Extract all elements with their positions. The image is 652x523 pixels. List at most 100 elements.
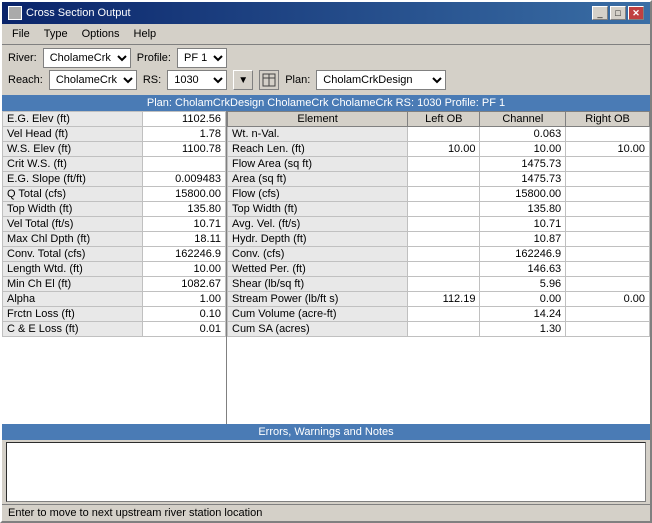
right-row-channel: 1.30 <box>480 322 566 337</box>
left-row-value: 10.00 <box>142 262 225 277</box>
right-row-left-ob <box>408 247 480 262</box>
profile-label: Profile: <box>137 52 171 64</box>
right-row-channel: 10.87 <box>480 232 566 247</box>
right-row-left-ob <box>408 322 480 337</box>
left-row-value: 18.11 <box>142 232 225 247</box>
right-row-element: Cum SA (acres) <box>228 322 408 337</box>
right-row-right-ob <box>566 232 650 247</box>
left-row-label: Length Wtd. (ft) <box>3 262 143 277</box>
minimize-button[interactable]: _ <box>592 6 608 20</box>
right-row-right-ob <box>566 127 650 142</box>
right-row-right-ob <box>566 187 650 202</box>
left-row-value: 1082.67 <box>142 277 225 292</box>
right-table-header: Element Left OB Channel Right OB <box>228 112 650 127</box>
right-row-element: Conv. (cfs) <box>228 247 408 262</box>
right-row-left-ob <box>408 232 480 247</box>
right-row-left-ob: 10.00 <box>408 142 480 157</box>
right-row-right-ob <box>566 307 650 322</box>
left-row-label: Top Width (ft) <box>3 202 143 217</box>
right-row-channel: 1475.73 <box>480 157 566 172</box>
table-row: Wetted Per. (ft)146.63 <box>228 262 650 277</box>
right-row-element: Reach Len. (ft) <box>228 142 408 157</box>
status-bar: Enter to move to next upstream river sta… <box>2 504 650 521</box>
menu-options[interactable]: Options <box>76 26 126 42</box>
left-row-value: 135.80 <box>142 202 225 217</box>
errors-area <box>6 442 646 502</box>
toolbar: River: CholameCrk Profile: PF 1 Reach: C… <box>2 45 650 95</box>
river-select[interactable]: CholameCrk <box>43 48 131 68</box>
left-row-label: Vel Head (ft) <box>3 127 143 142</box>
left-row-value: 1100.78 <box>142 142 225 157</box>
close-button[interactable]: ✕ <box>628 6 644 20</box>
table-row: Conv. Total (cfs)162246.9 <box>3 247 226 262</box>
bottom-section: Errors, Warnings and Notes <box>2 424 650 504</box>
right-row-left-ob <box>408 187 480 202</box>
plan-select[interactable]: CholamCrkDesign <box>316 70 446 90</box>
menu-type[interactable]: Type <box>38 26 74 42</box>
col-left-ob: Left OB <box>408 112 480 127</box>
menu-bar: File Type Options Help <box>2 24 650 45</box>
rs-down-button[interactable]: ▼ <box>233 70 253 90</box>
left-row-label: W.S. Elev (ft) <box>3 142 143 157</box>
info-bar-text: Plan: CholamCrkDesign CholameCrk Cholame… <box>147 97 505 109</box>
left-row-label: Alpha <box>3 292 143 307</box>
right-row-element: Area (sq ft) <box>228 172 408 187</box>
right-row-element: Flow Area (sq ft) <box>228 157 408 172</box>
table-icon <box>262 73 276 87</box>
info-bar: Plan: CholamCrkDesign CholameCrk Cholame… <box>2 95 650 111</box>
status-text: Enter to move to next upstream river sta… <box>8 507 262 519</box>
left-row-value: 1.78 <box>142 127 225 142</box>
left-data-table: E.G. Elev (ft)1102.56Vel Head (ft)1.78W.… <box>2 111 226 337</box>
table-row: Max Chl Dpth (ft)18.11 <box>3 232 226 247</box>
table-row: E.G. Slope (ft/ft)0.009483 <box>3 172 226 187</box>
left-row-label: Crit W.S. (ft) <box>3 157 143 172</box>
table-row: E.G. Elev (ft)1102.56 <box>3 112 226 127</box>
right-row-right-ob <box>566 322 650 337</box>
maximize-button[interactable]: □ <box>610 6 626 20</box>
right-row-element: Cum Volume (acre-ft) <box>228 307 408 322</box>
right-row-channel: 10.71 <box>480 217 566 232</box>
right-row-element: Flow (cfs) <box>228 187 408 202</box>
right-row-left-ob <box>408 157 480 172</box>
right-row-channel: 5.96 <box>480 277 566 292</box>
right-row-channel: 0.063 <box>480 127 566 142</box>
left-row-value: 162246.9 <box>142 247 225 262</box>
right-row-channel: 10.00 <box>480 142 566 157</box>
right-row-element: Hydr. Depth (ft) <box>228 232 408 247</box>
table-row: Crit W.S. (ft) <box>3 157 226 172</box>
table-row: Conv. (cfs)162246.9 <box>228 247 650 262</box>
right-row-left-ob <box>408 307 480 322</box>
right-row-right-ob <box>566 262 650 277</box>
reach-select[interactable]: CholameCrk <box>49 70 137 90</box>
title-bar-left: Cross Section Output <box>8 6 131 20</box>
profile-select[interactable]: PF 1 <box>177 48 227 68</box>
menu-help[interactable]: Help <box>128 26 163 42</box>
right-row-right-ob: 0.00 <box>566 292 650 307</box>
left-row-label: E.G. Slope (ft/ft) <box>3 172 143 187</box>
errors-bar: Errors, Warnings and Notes <box>2 424 650 440</box>
left-row-label: Max Chl Dpth (ft) <box>3 232 143 247</box>
main-content: E.G. Elev (ft)1102.56Vel Head (ft)1.78W.… <box>2 111 650 424</box>
toolbar-row1: River: CholameCrk Profile: PF 1 <box>8 48 644 68</box>
right-row-right-ob <box>566 157 650 172</box>
left-row-value: 0.10 <box>142 307 225 322</box>
right-row-element: Stream Power (lb/ft s) <box>228 292 408 307</box>
main-window: Cross Section Output _ □ ✕ File Type Opt… <box>0 0 652 523</box>
rs-select[interactable]: 1030 <box>167 70 227 90</box>
left-row-label: Frctn Loss (ft) <box>3 307 143 322</box>
menu-file[interactable]: File <box>6 26 36 42</box>
right-row-left-ob <box>408 127 480 142</box>
left-row-value: 15800.00 <box>142 187 225 202</box>
col-channel: Channel <box>480 112 566 127</box>
table-row: Alpha1.00 <box>3 292 226 307</box>
right-row-element: Shear (lb/sq ft) <box>228 277 408 292</box>
right-row-channel: 0.00 <box>480 292 566 307</box>
right-row-left-ob <box>408 217 480 232</box>
left-row-value: 1102.56 <box>142 112 225 127</box>
river-label: River: <box>8 52 37 64</box>
reach-label: Reach: <box>8 74 43 86</box>
rs-nav-button[interactable] <box>259 70 279 90</box>
right-row-element: Avg. Vel. (ft/s) <box>228 217 408 232</box>
right-row-channel: 1475.73 <box>480 172 566 187</box>
right-table: Element Left OB Channel Right OB Wt. n-V… <box>227 111 650 424</box>
